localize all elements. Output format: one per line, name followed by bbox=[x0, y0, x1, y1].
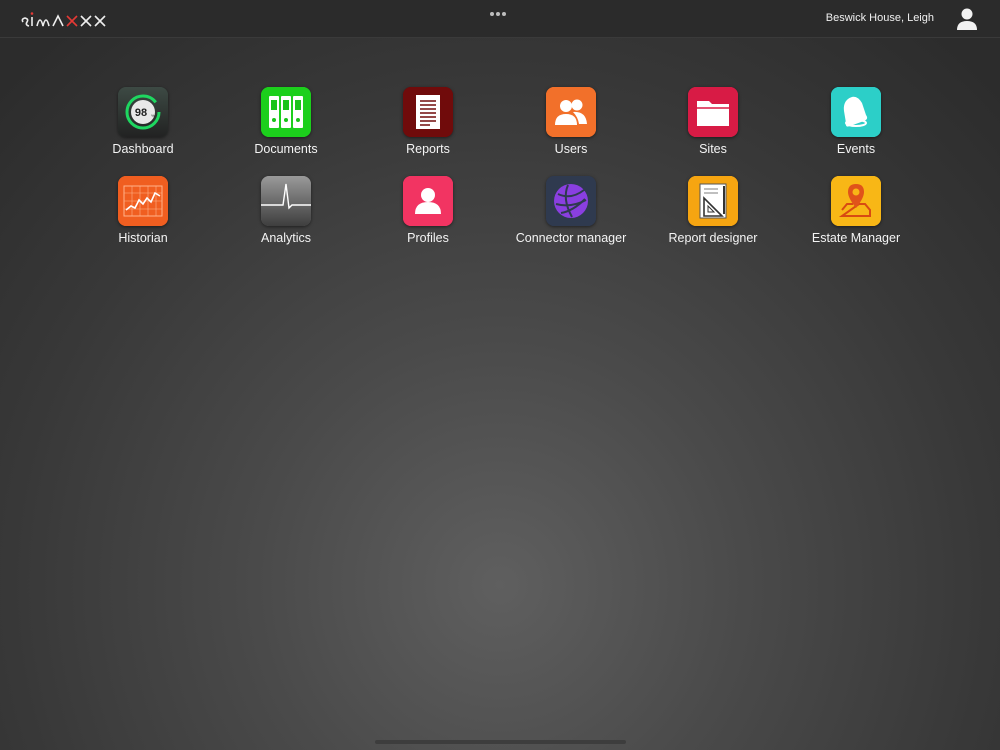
line-chart-icon bbox=[118, 176, 168, 226]
pulse-icon bbox=[261, 176, 311, 226]
globe-icon bbox=[546, 176, 596, 226]
more-menu-icon[interactable] bbox=[490, 3, 510, 16]
app-dashboard[interactable]: 98 % Dashboard bbox=[72, 87, 214, 167]
app-label: Users bbox=[554, 142, 588, 156]
app-label: Reports bbox=[406, 142, 450, 156]
app-reports[interactable]: Reports bbox=[357, 87, 499, 167]
profile-icon bbox=[403, 176, 453, 226]
app-label: Events bbox=[836, 142, 876, 156]
app-profiles[interactable]: Profiles bbox=[357, 176, 499, 256]
app-label: Estate Manager bbox=[811, 231, 901, 245]
bell-icon bbox=[831, 87, 881, 137]
users-icon bbox=[546, 87, 596, 137]
user-site-name: Beswick House, Leigh bbox=[825, 12, 934, 24]
document-icon bbox=[403, 87, 453, 137]
simaxx-logo bbox=[18, 6, 113, 32]
app-historian[interactable]: Historian bbox=[72, 176, 214, 256]
app-label: Dashboard bbox=[112, 142, 174, 156]
top-bar: Beswick House, Leigh bbox=[0, 0, 1000, 38]
app-analytics[interactable]: Analytics bbox=[215, 176, 357, 256]
app-label: Analytics bbox=[260, 231, 312, 245]
drafting-icon bbox=[688, 176, 738, 226]
app-label: Connector manager bbox=[515, 231, 627, 245]
app-label: Profiles bbox=[407, 231, 449, 245]
app-documents[interactable]: Documents bbox=[215, 87, 357, 167]
svg-text:%: % bbox=[151, 113, 155, 118]
user-avatar-icon[interactable] bbox=[956, 7, 978, 31]
folder-icon bbox=[688, 87, 738, 137]
gauge-icon: 98 % bbox=[118, 87, 168, 137]
app-report-designer[interactable]: Report designer bbox=[642, 176, 784, 256]
app-events[interactable]: Events bbox=[785, 87, 927, 167]
app-label: Historian bbox=[118, 231, 168, 245]
home-indicator[interactable] bbox=[375, 740, 626, 744]
app-connector-manager[interactable]: Connector manager bbox=[500, 176, 642, 256]
app-label: Documents bbox=[254, 142, 318, 156]
app-label: Report designer bbox=[668, 231, 758, 245]
app-label: Sites bbox=[699, 142, 727, 156]
map-pin-icon bbox=[831, 176, 881, 226]
binders-icon bbox=[261, 87, 311, 137]
app-sites[interactable]: Sites bbox=[642, 87, 784, 167]
app-users[interactable]: Users bbox=[500, 87, 642, 167]
svg-text:98: 98 bbox=[135, 107, 147, 119]
app-estate-manager[interactable]: Estate Manager bbox=[785, 176, 927, 256]
